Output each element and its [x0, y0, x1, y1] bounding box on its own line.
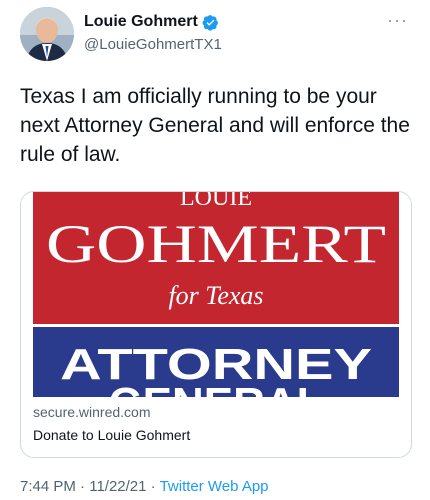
author-name-row: Louie Gohmert — [84, 13, 219, 31]
tweet-date[interactable]: 11/22/21 — [89, 478, 146, 495]
meta-separator: · — [150, 478, 156, 495]
avatar-photo — [20, 7, 74, 61]
tweet-time[interactable]: 7:44 PM — [20, 478, 76, 495]
card-image[interactable]: LOUIE GOHMERT for Texas ATTORNEY GENERAL — [21, 192, 411, 428]
banner-tagline: for Texas — [168, 281, 263, 310]
tweet-source[interactable]: Twitter Web App — [160, 478, 269, 495]
banner-top-fragment: LOUIE — [180, 192, 252, 211]
author-handle[interactable]: @LouieGohmertTX1 — [84, 36, 222, 53]
more-options-icon[interactable]: ··· — [387, 10, 408, 31]
campaign-banner: LOUIE GOHMERT for Texas ATTORNEY GENERAL — [21, 192, 411, 428]
author-display-name[interactable]: Louie Gohmert — [84, 13, 198, 31]
banner-name: GOHMERT — [46, 214, 386, 274]
link-card[interactable]: LOUIE GOHMERT for Texas ATTORNEY GENERAL… — [20, 191, 412, 458]
avatar[interactable] — [20, 7, 74, 61]
card-domain: secure.winred.com — [33, 404, 151, 420]
tweet-timestamp: 7:44 PM · 11/22/21 · Twitter Web App — [20, 478, 269, 495]
tweet-text: Texas I am officially running to be your… — [20, 85, 410, 166]
tweet-header: Louie Gohmert @LouieGohmertTX1 ··· — [0, 0, 430, 70]
verified-badge-icon — [202, 14, 219, 31]
meta-separator: · — [80, 478, 86, 495]
card-title: Donate to Louie Gohmert — [33, 427, 191, 443]
banner-office-2: GENERAL — [108, 379, 323, 397]
